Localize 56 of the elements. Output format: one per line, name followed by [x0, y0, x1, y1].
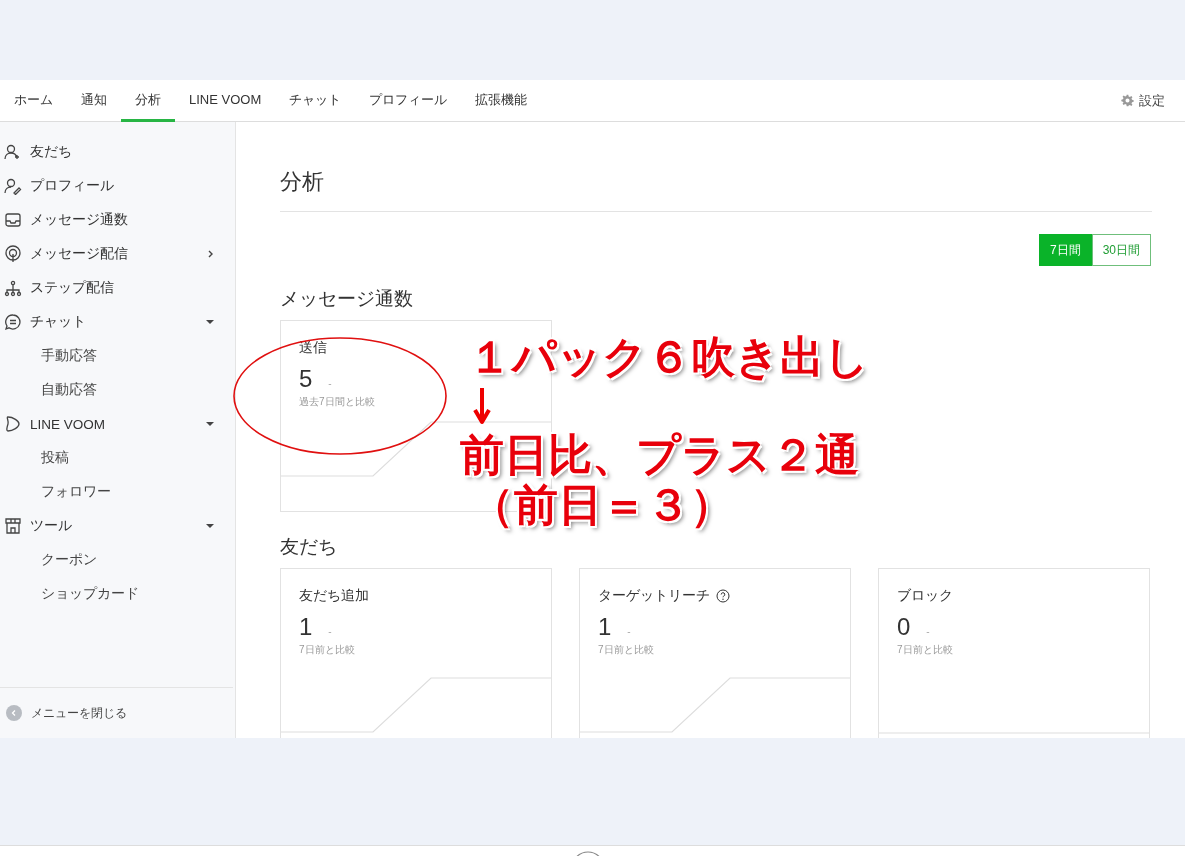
comparison-note: 過去7日間と比較 — [299, 395, 376, 409]
sidebar-subitem[interactable]: フォロワー — [0, 475, 235, 509]
nav-tab[interactable]: プロフィール — [355, 80, 462, 122]
annotation-text: １パック６吹き出し — [468, 335, 869, 379]
stat-change: - — [328, 626, 332, 637]
nav-tab[interactable]: 通知 — [67, 80, 121, 122]
sidebar-item[interactable]: プロフィール — [0, 169, 235, 203]
page-title: 分析 — [280, 122, 1152, 212]
sidebar-subitem[interactable]: ショップカード — [0, 577, 235, 611]
sidebar-subitem[interactable]: 自動応答 — [0, 373, 235, 407]
nav-tab[interactable]: チャット — [275, 80, 356, 122]
stat-label: ブロック — [897, 587, 953, 605]
stat-label: 送信 — [299, 339, 327, 357]
section-title: 友だち — [280, 535, 338, 559]
chat-bubble-icon — [4, 313, 22, 331]
close-menu-button[interactable]: メニューを閉じる — [0, 704, 127, 722]
annotation-text: （前日＝３） — [470, 483, 734, 527]
sidebar-subitem[interactable]: 投稿 — [0, 441, 235, 475]
friends-icon — [4, 143, 22, 161]
profile-icon — [4, 177, 22, 195]
stat-change: - — [328, 378, 332, 389]
sidebar-subitem[interactable]: 手動応答 — [0, 339, 235, 373]
collapse-icon — [6, 705, 22, 721]
comparison-note: 7日前と比較 — [598, 643, 655, 657]
comparison-note: 7日前と比較 — [897, 643, 954, 657]
sidebar-item[interactable]: チャット — [0, 305, 235, 339]
annotation-text: 前日比、プラス２通 — [460, 433, 859, 477]
hierarchy-icon — [4, 279, 22, 297]
shop-icon — [4, 517, 22, 535]
sidebar-item[interactable]: ツール — [0, 509, 235, 543]
nav-tab[interactable]: 拡張機能 — [461, 80, 542, 122]
nav-tab[interactable]: LINE VOOM — [175, 80, 276, 122]
stat-change: - — [926, 626, 930, 637]
sidebar-item[interactable]: メッセージ配信 — [0, 237, 235, 271]
play-icon — [4, 415, 22, 433]
stat-value: 0 — [897, 613, 911, 641]
sidebar-item[interactable]: ステップ配信 — [0, 271, 235, 305]
stat-value: 1 — [299, 613, 313, 641]
comparison-note: 7日前と比較 — [299, 643, 356, 657]
section-title: メッセージ通数 — [280, 287, 414, 311]
inbox-icon — [4, 211, 22, 229]
settings-icon — [1121, 94, 1134, 107]
sidebar-item[interactable]: 友だち — [0, 135, 235, 169]
stat-label: 友だち追加 — [299, 587, 369, 605]
stat-change: - — [627, 626, 631, 637]
broadcast-icon — [4, 245, 22, 263]
period-toggle[interactable]: 30日間 — [1091, 234, 1151, 266]
sidebar-subitem[interactable]: クーポン — [0, 543, 235, 577]
stat-value: 5 — [299, 365, 313, 393]
sidebar-item[interactable]: メッセージ通数 — [0, 203, 235, 237]
nav-tab[interactable]: ホーム — [0, 80, 67, 122]
help-icon[interactable] — [716, 589, 730, 603]
settings-link[interactable]: 設定 — [1121, 80, 1165, 121]
sidebar-item[interactable]: LINE VOOM — [0, 407, 235, 441]
stat-label: ターゲットリーチ — [598, 587, 710, 605]
stat-value: 1 — [598, 613, 612, 641]
